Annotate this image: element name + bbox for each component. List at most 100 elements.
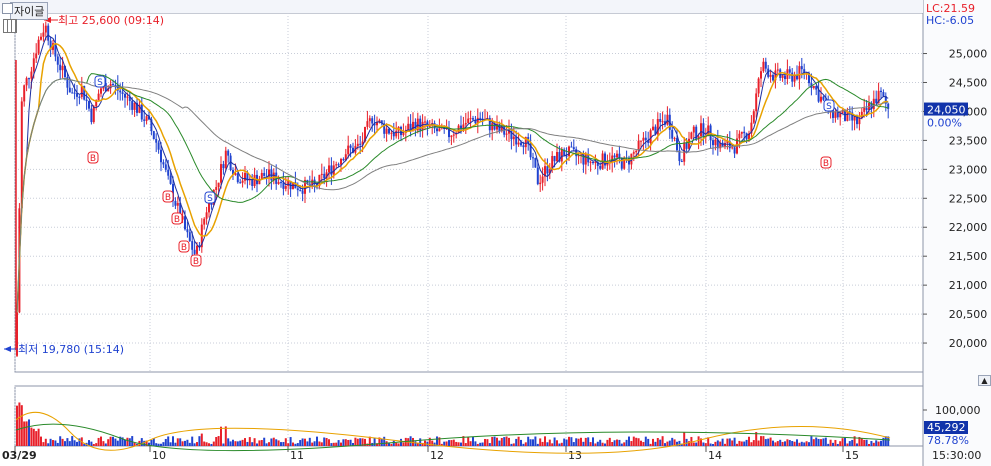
candle-body bbox=[553, 155, 556, 162]
volume-bar bbox=[685, 438, 688, 446]
price-panel bbox=[14, 12, 924, 373]
volume-bar bbox=[412, 437, 414, 446]
volume-bar bbox=[474, 441, 477, 446]
volume-bar bbox=[155, 443, 158, 446]
volume-bar bbox=[515, 438, 518, 446]
volume-bar bbox=[16, 405, 18, 446]
volume-bar bbox=[877, 441, 880, 446]
volume-bar bbox=[635, 437, 638, 446]
volume-bar bbox=[59, 436, 62, 446]
time-tick-label: 10 bbox=[152, 449, 166, 462]
grid-icon[interactable] bbox=[3, 19, 17, 33]
volume-bar bbox=[606, 439, 609, 446]
volume-bar bbox=[716, 440, 719, 446]
candle-body bbox=[236, 173, 239, 183]
scroll-up-button[interactable]: ▲ bbox=[978, 375, 991, 386]
candle-body bbox=[700, 123, 702, 137]
volume-bar bbox=[776, 441, 779, 446]
volume-bar bbox=[589, 442, 592, 446]
candle-body bbox=[755, 93, 758, 112]
volume-bar bbox=[664, 443, 666, 446]
candle-body bbox=[114, 84, 117, 86]
volume-bar bbox=[239, 440, 242, 446]
volume-bar bbox=[558, 443, 561, 446]
volume-bar bbox=[604, 443, 606, 446]
price-tick-label: 20,500 bbox=[949, 308, 988, 321]
volume-bar bbox=[392, 440, 395, 446]
buy-signal-label: B bbox=[90, 154, 96, 164]
volume-bar bbox=[253, 438, 256, 446]
volume-bar bbox=[731, 440, 734, 446]
candle-body bbox=[260, 172, 263, 179]
volume-bar bbox=[49, 438, 52, 446]
volume-bar bbox=[160, 443, 162, 446]
volume-bar bbox=[748, 436, 750, 446]
candle-body bbox=[155, 139, 158, 143]
candle-body bbox=[820, 96, 822, 102]
volume-bar bbox=[340, 442, 342, 446]
time-tick-label: 13 bbox=[568, 449, 582, 462]
volume-bar bbox=[452, 439, 455, 446]
volume-bar bbox=[774, 442, 777, 446]
candle-body bbox=[145, 116, 148, 121]
settings-button[interactable] bbox=[2, 3, 13, 14]
volume-bar bbox=[532, 439, 534, 446]
candle-body bbox=[865, 107, 868, 111]
candle-body bbox=[800, 66, 803, 70]
volume-bar bbox=[299, 440, 302, 446]
time-tick-label: 15 bbox=[845, 449, 859, 462]
candle-body bbox=[188, 232, 191, 242]
volume-bar bbox=[294, 443, 297, 446]
volume-bar bbox=[752, 440, 755, 446]
volume-bar bbox=[265, 443, 268, 446]
volume-bar bbox=[128, 438, 131, 446]
volume-bar bbox=[277, 440, 280, 446]
volume-bar bbox=[688, 441, 690, 446]
volume-bar bbox=[30, 427, 33, 446]
volume-bar bbox=[484, 438, 486, 446]
candle-body bbox=[472, 118, 474, 120]
candle-body bbox=[584, 153, 587, 165]
volume-tick-label: 100,000 bbox=[935, 404, 981, 417]
volume-bar bbox=[436, 436, 438, 446]
volume-bar bbox=[642, 442, 645, 446]
volume-bar bbox=[618, 439, 621, 446]
candle-body bbox=[32, 58, 35, 72]
candle-body bbox=[642, 137, 645, 141]
volume-bar bbox=[37, 428, 40, 446]
candle-body bbox=[37, 39, 40, 54]
volume-bar bbox=[856, 443, 858, 446]
volume-bar bbox=[251, 442, 254, 446]
volume-bar bbox=[798, 442, 801, 446]
toolbar-title[interactable]: 자이글 bbox=[10, 2, 49, 20]
volume-bar bbox=[460, 442, 462, 446]
volume-bar bbox=[234, 441, 237, 446]
candle-body bbox=[133, 102, 136, 110]
candle-body bbox=[858, 117, 861, 125]
candle-body bbox=[73, 92, 76, 94]
volume-bar bbox=[23, 421, 26, 446]
candle-body bbox=[157, 142, 160, 150]
volume-bar bbox=[702, 442, 705, 446]
volume-bar bbox=[176, 438, 179, 446]
candle-body bbox=[817, 89, 820, 102]
candle-body bbox=[875, 98, 878, 104]
candle-body bbox=[520, 142, 522, 146]
candle-body bbox=[140, 104, 143, 120]
candle-body bbox=[853, 116, 856, 121]
volume-bar bbox=[203, 441, 206, 446]
candle-body bbox=[143, 119, 146, 121]
volume-bar bbox=[486, 439, 489, 446]
candle-body bbox=[176, 202, 179, 206]
volume-bar bbox=[529, 439, 532, 446]
candle-body bbox=[356, 143, 359, 146]
candle-body bbox=[152, 131, 155, 140]
volume-bar bbox=[289, 437, 292, 446]
candle-body bbox=[659, 119, 662, 122]
volume-bar bbox=[808, 442, 810, 446]
volume-bar bbox=[337, 440, 340, 446]
candle-body bbox=[731, 147, 734, 149]
volume-bar bbox=[222, 443, 225, 446]
candle-body bbox=[882, 92, 885, 96]
candle-body bbox=[385, 128, 388, 134]
